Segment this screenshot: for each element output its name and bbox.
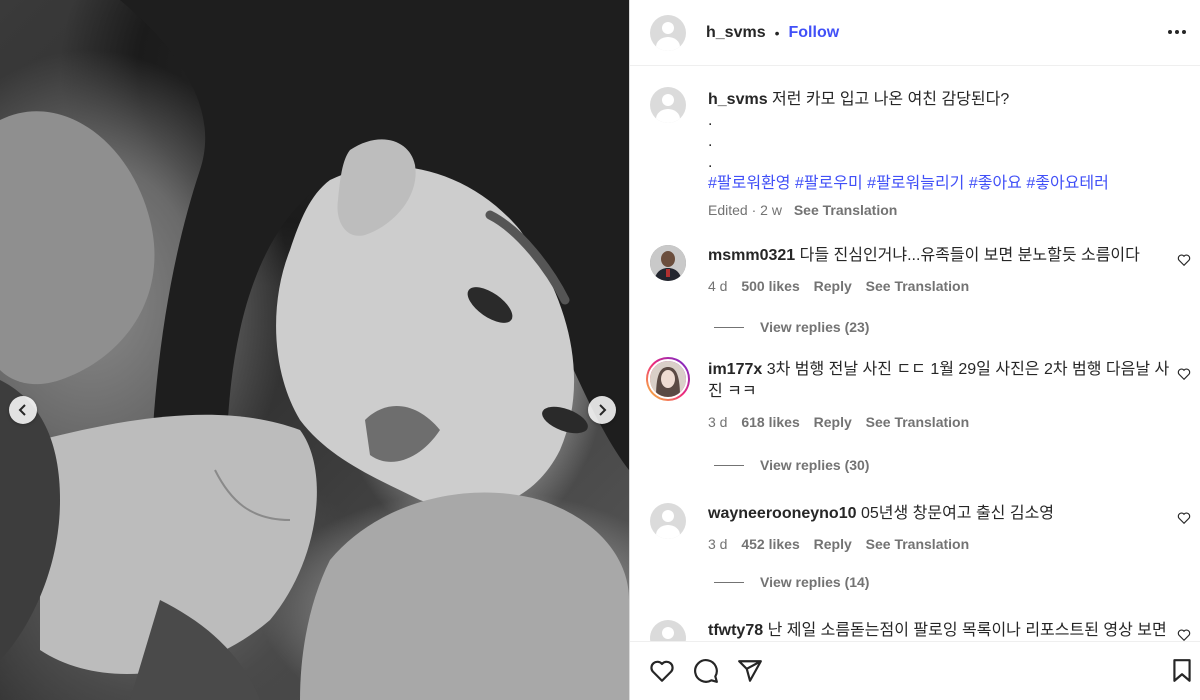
see-translation-button[interactable]: See Translation [866,414,969,430]
caption-dot-2: . [708,133,713,150]
comment-text: 다들 진심인거냐...유족들이 보면 분노할듯 소름이다 [799,247,1140,264]
comment-time: 4 d [708,278,728,294]
caption-dot-separator: · [751,202,757,218]
heart-icon[interactable] [1177,253,1191,267]
see-translation-button[interactable]: See Translation [866,536,969,552]
commenter-avatar[interactable] [650,245,686,281]
caption-see-translation[interactable]: See Translation [794,202,897,218]
save-button[interactable] [1169,658,1195,689]
heart-icon [650,660,674,682]
like-button[interactable] [649,658,675,684]
comment-username[interactable]: tfwty78 [708,622,763,639]
view-replies-button[interactable]: View replies (14) [714,574,869,590]
separator-dot: • [774,24,780,41]
heart-icon[interactable] [1177,511,1191,525]
comment-likes[interactable]: 500 likes [741,278,799,294]
comment-username[interactable]: msmm0321 [708,247,795,264]
replies-divider [714,326,744,328]
replies-divider [714,464,744,466]
post-photo [0,0,629,700]
caption-username[interactable]: h_svms [708,91,768,108]
more-options-icon[interactable] [1167,22,1187,42]
follow-button[interactable]: Follow [789,24,840,42]
view-replies-label: View replies (23) [760,319,870,335]
next-photo-button[interactable] [588,396,616,424]
comment-username[interactable]: wayneerooneyno10 [708,505,857,522]
author-username[interactable]: h_svms [706,24,766,42]
view-replies-label: View replies (30) [760,457,870,473]
commenter-avatar-story-ring[interactable] [646,357,690,401]
commenter-photo [650,361,686,397]
view-replies-label: View replies (14) [760,574,870,590]
previous-photo-button[interactable] [9,396,37,424]
reply-button[interactable]: Reply [814,536,852,552]
heart-icon[interactable] [1177,367,1191,381]
comment-item: tfwty78 난 제일 소름돋는점이 팔로잉 목록이나 리포스트된 영상 보면 [650,620,1195,641]
caption-dot-3: . [708,154,713,171]
comment-time: 3 d [708,414,728,430]
caption-hashtags[interactable]: #팔로워환영 #팔로우미 #팔로워늘리기 #좋아요 #좋아요테러 [708,173,1178,194]
post-header: h_svms • Follow [630,0,1200,66]
see-translation-button[interactable]: See Translation [866,278,969,294]
caption-text: 저런 카모 입고 나온 여친 감당된다? [772,91,1010,108]
comments-scroll-area[interactable]: h_svms 저런 카모 입고 나온 여친 감당된다? . . . #팔로워환영… [630,67,1200,641]
share-icon [738,660,762,682]
view-replies-button[interactable]: View replies (30) [714,457,869,473]
reply-button[interactable]: Reply [814,278,852,294]
author-avatar[interactable] [650,14,686,51]
post-details-panel: h_svms • Follow h_svms 저런 카모 입고 나온 여친 감당… [629,0,1200,700]
comment-likes[interactable]: 452 likes [741,536,799,552]
replies-divider [714,581,744,583]
caption-edited: Edited [708,202,748,218]
comment-text: 난 제일 소름돋는점이 팔로잉 목록이나 리포스트된 영상 보면 [767,622,1167,639]
comment-icon [694,659,718,683]
comment-text: 3차 범행 전날 사진 ㄷㄷ 1월 29일 사진은 2차 범행 다음날 사진 ㅋ… [708,361,1170,400]
commenter-photo [650,245,686,281]
comment-time: 3 d [708,536,728,552]
caption-dot-1: . [708,112,713,129]
comment-item: msmm0321 다들 진심인거냐...유족들이 보면 분노할듯 소름이다 4 … [650,245,1195,365]
commenter-avatar[interactable] [650,503,686,539]
view-replies-button[interactable]: View replies (23) [714,319,869,335]
bookmark-icon [1173,659,1191,682]
post-action-bar [630,641,1200,700]
heart-icon[interactable] [1177,628,1191,641]
comment-item: im177x 3차 범행 전날 사진 ㄷㄷ 1월 29일 사진은 2차 범행 다… [646,357,1195,499]
commenter-avatar[interactable] [650,620,686,641]
comment-button[interactable] [693,658,719,684]
comment-username[interactable]: im177x [708,361,762,378]
chevron-left-icon [18,404,26,416]
chevron-right-icon [599,404,607,416]
comment-text: 05년생 창문여고 출신 김소영 [860,505,1055,522]
caption-time: 2 w [760,202,782,218]
post-media [0,0,629,700]
caption-avatar[interactable] [650,87,686,123]
share-button[interactable] [737,658,763,684]
reply-button[interactable]: Reply [814,414,852,430]
comment-likes[interactable]: 618 likes [741,414,799,430]
